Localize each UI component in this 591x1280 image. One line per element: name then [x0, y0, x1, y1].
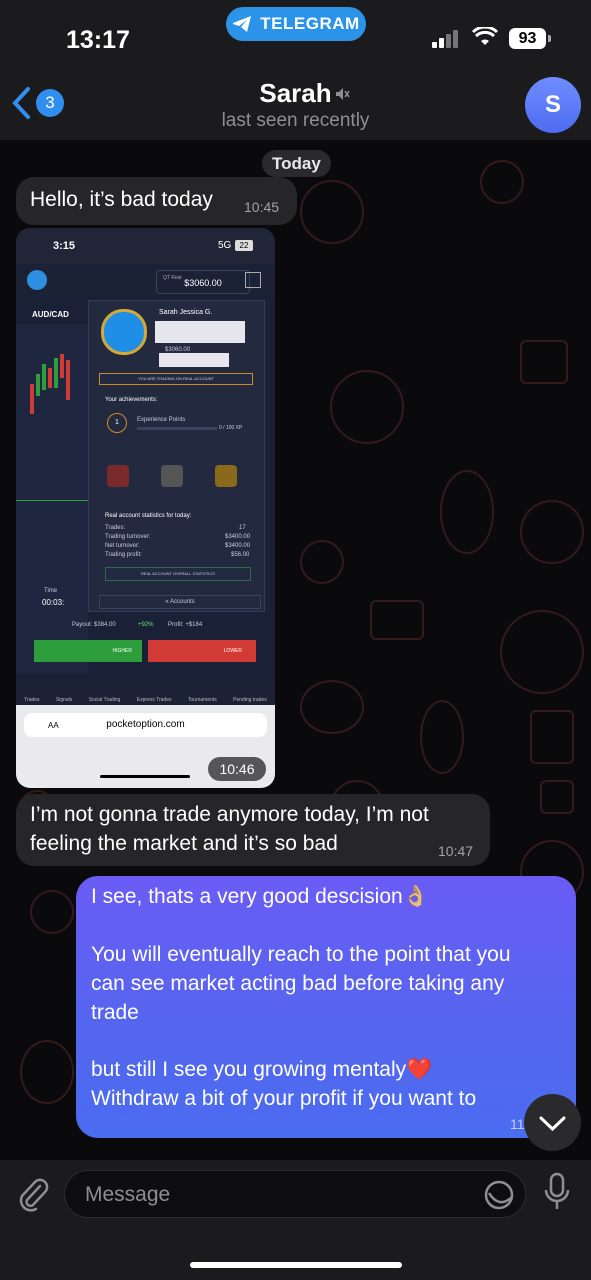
- message-text-line: but still I see you growing mentaly❤️: [91, 1058, 433, 1081]
- telegram-pill[interactable]: TELEGRAM: [226, 7, 366, 41]
- nav-item: Trades: [24, 697, 40, 703]
- message-text-line: trade: [91, 1001, 139, 1024]
- time-label: Time: [44, 588, 58, 594]
- nav-item: Express Trades: [136, 697, 172, 703]
- message-text-line: Withdraw a bit of your profit if you wan…: [91, 1087, 477, 1110]
- overall-stats-button: REAL ACCOUNT OVERALL STATISTICS: [105, 567, 251, 581]
- message-text-line: You will eventually reach to the point t…: [91, 943, 511, 966]
- incoming-message[interactable]: Hello, it’s bad today 10:45: [16, 177, 297, 225]
- time-value: 00:03:: [42, 598, 65, 607]
- stat-label: Trades:: [105, 525, 126, 531]
- nav-item: Tournaments: [187, 697, 217, 703]
- profile-avatar: [101, 309, 147, 355]
- stat-label: Trading turnover:: [105, 534, 151, 540]
- screenshot-balance-box: QT Real $3060.00: [156, 270, 250, 294]
- pocketoption-logo-icon: [27, 270, 47, 290]
- level-badge: 1: [107, 413, 127, 433]
- profile-name: Sarah Jessica G.: [159, 309, 213, 316]
- screenshot-app-bar: QT Real $3060.00: [16, 264, 275, 296]
- higher-label: HIGHER: [112, 648, 132, 654]
- screenshot-nav-bar: Trades Signals Social Trading Express Tr…: [16, 681, 275, 705]
- message-text-line: I’m not gonna trade anymore today, I’m n…: [30, 803, 429, 826]
- profile-panel: Sarah Jessica G. $3060.00 YOU ARE TRADIN…: [88, 300, 265, 612]
- scroll-to-bottom-button[interactable]: [524, 1094, 581, 1151]
- gift-icon: [245, 272, 261, 288]
- screenshot-url: pocketoption.com: [106, 719, 185, 730]
- achievements-title: Your achievements:: [105, 397, 158, 403]
- accounts-button: « Accounts: [99, 595, 261, 609]
- stat-value: 17: [239, 525, 246, 531]
- telegram-icon: [233, 16, 252, 32]
- stats-title: Real account statistics for today:: [105, 513, 192, 519]
- chevron-down-icon: [539, 1116, 566, 1132]
- image-message-time: 10:46: [208, 757, 266, 781]
- balance-value: $3060.00: [184, 278, 222, 288]
- payout-percent: +92%: [138, 622, 154, 628]
- image-message[interactable]: 3:15 5G 22 QT Real $3060.00 AUD/CAD Sara…: [16, 228, 275, 788]
- payout-label: Payout: $384.00: [72, 622, 116, 628]
- message-text-line: I see, thats a very good descision👌🏼: [91, 885, 429, 908]
- nav-item: Pending trades: [233, 697, 267, 703]
- experience-value: 0 / 100 XP: [219, 425, 243, 431]
- real-account-notice: YOU ARE TRADING ON REAL ACCOUNT: [99, 373, 253, 385]
- stat-value: $3400.00: [225, 534, 251, 540]
- unread-count-badge: 3: [36, 89, 64, 117]
- message-time: 11: [510, 1116, 525, 1132]
- profit-label: Profit: +$184: [168, 622, 203, 628]
- screenshot-clock: 3:15: [53, 240, 76, 252]
- microphone-icon[interactable]: [542, 1172, 572, 1212]
- message-text: Hello, it’s bad today: [30, 188, 213, 211]
- stat-label: Net turnover:: [105, 543, 140, 549]
- pair-label: AUD/CAD: [32, 310, 69, 319]
- message-text-line: feeling the market and it’s so bad: [30, 832, 338, 855]
- lower-button: LOWER: [148, 640, 256, 662]
- account-type: QT Real: [163, 275, 182, 281]
- nav-item: Social Trading: [88, 697, 121, 703]
- experience-label: Experience Points: [137, 417, 186, 423]
- stat-label: Trading profit:: [105, 552, 142, 558]
- screenshot-battery: 22: [235, 240, 253, 251]
- message-time: 10:45: [244, 199, 280, 215]
- sticker-icon[interactable]: [483, 1179, 515, 1211]
- message-time: 10:47: [438, 843, 474, 859]
- message-input[interactable]: Message: [64, 1170, 526, 1218]
- cellular-signal-icon: [432, 30, 462, 48]
- higher-button: HIGHER: [34, 640, 142, 662]
- message-composer: Message: [0, 1160, 591, 1280]
- screenshot-aa: AA: [48, 721, 59, 730]
- lower-label: LOWER: [223, 648, 242, 654]
- message-text-line: can see market acting bad before taking …: [91, 972, 505, 995]
- outgoing-message[interactable]: I see, thats a very good descision👌🏼 You…: [76, 876, 576, 1138]
- home-indicator: [190, 1262, 402, 1268]
- stat-value: $3400.00: [225, 543, 251, 549]
- attach-icon[interactable]: [16, 1174, 50, 1212]
- date-separator: Today: [262, 150, 331, 177]
- battery-indicator: 93: [509, 28, 551, 49]
- screenshot-network: 5G: [218, 240, 232, 251]
- status-bar: 13:17 TELEGRAM 93: [0, 0, 591, 70]
- contact-name[interactable]: Sarah: [0, 78, 591, 109]
- last-seen-status: last seen recently: [221, 110, 370, 131]
- back-button[interactable]: 3: [10, 86, 64, 120]
- wifi-icon: [472, 27, 498, 45]
- chat-screen: 13:17 TELEGRAM 93 Sarah last seen recent…: [0, 0, 591, 1280]
- chat-header: Sarah last seen recently 3 S: [0, 70, 591, 140]
- avatar[interactable]: S: [525, 77, 581, 133]
- screenshot-url-field: pocketoption.com: [24, 713, 267, 737]
- chevron-left-icon: [12, 87, 30, 119]
- status-time: 13:17: [66, 26, 130, 54]
- incoming-message[interactable]: I’m not gonna trade anymore today, I’m n…: [16, 794, 490, 866]
- nav-item: Signals: [55, 697, 73, 703]
- screenshot-status-bar: 3:15 5G 22: [16, 228, 275, 264]
- message-placeholder: Message: [85, 1183, 171, 1206]
- stat-value: $56.00: [231, 552, 250, 558]
- telegram-pill-label: TELEGRAM: [260, 14, 360, 33]
- muted-icon: [336, 88, 350, 100]
